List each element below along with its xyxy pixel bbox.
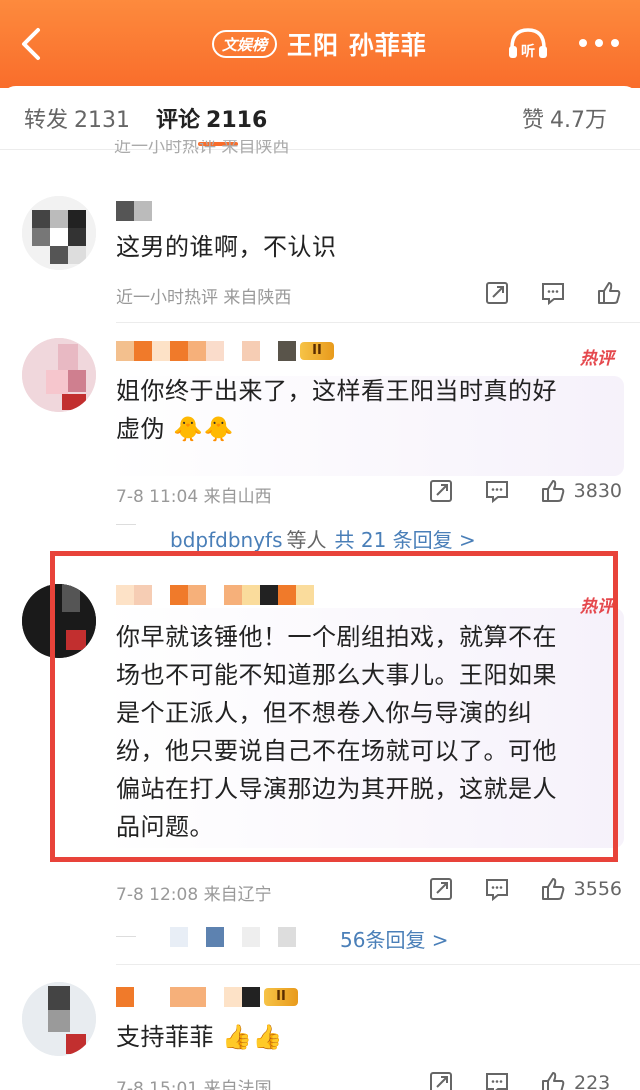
comment-meta: 7-8 15:01 来自法国 bbox=[116, 1079, 272, 1090]
repost-icon[interactable] bbox=[484, 280, 510, 306]
hot-comment-tag: 热评 bbox=[580, 349, 614, 369]
redacted-block bbox=[188, 341, 206, 361]
like-count: 223 bbox=[574, 1072, 611, 1090]
tab-reposts[interactable]: 转发 2131 bbox=[24, 102, 130, 134]
comment-text-line: 姐你终于出来了，这样看王阳当时真的好 bbox=[116, 377, 557, 405]
redacted-block bbox=[260, 927, 278, 947]
tab-comments[interactable]: 评论 2116 bbox=[156, 102, 267, 134]
comment-text: 支持菲菲 👍👍 bbox=[116, 1023, 283, 1051]
avatar[interactable] bbox=[22, 982, 96, 1056]
comment-actions: 3830 bbox=[398, 478, 622, 504]
page-title: 王阳 孙菲菲 bbox=[287, 31, 427, 60]
avatar[interactable] bbox=[22, 196, 96, 270]
ranking-badge[interactable]: 文娱榜 bbox=[212, 30, 278, 58]
back-icon[interactable] bbox=[14, 24, 50, 64]
level-badge: II bbox=[300, 342, 334, 360]
replies-link[interactable]: 56条回复 > bbox=[340, 924, 449, 953]
redacted-block bbox=[134, 987, 152, 1007]
username-redacted[interactable]: II bbox=[116, 986, 298, 1008]
like-count: 3830 bbox=[573, 480, 622, 502]
like-icon[interactable] bbox=[540, 1070, 566, 1090]
redacted-block bbox=[242, 987, 260, 1007]
repost-icon[interactable] bbox=[428, 478, 454, 504]
comment-icon[interactable] bbox=[484, 876, 510, 902]
redacted-block bbox=[188, 987, 206, 1007]
redacted-block bbox=[170, 987, 188, 1007]
comment-actions: 3556 bbox=[398, 876, 622, 902]
tab-comments-count: 2116 bbox=[206, 108, 268, 133]
redacted-block bbox=[188, 927, 206, 947]
reply-count[interactable]: 共 21 条回复 > bbox=[335, 528, 476, 552]
comment-meta: 近一小时热评 来自陕西 bbox=[116, 288, 292, 308]
comment-icon[interactable] bbox=[484, 478, 510, 504]
highlight-frame bbox=[50, 551, 618, 862]
comment-text-line: 虚伪 🐥🐥 bbox=[116, 415, 234, 443]
comment-icon[interactable] bbox=[484, 1070, 510, 1090]
header-title-group: 文娱榜 王阳 孙菲菲 bbox=[212, 26, 427, 62]
tab-reposts-count: 2131 bbox=[74, 108, 131, 133]
like-count: 3556 bbox=[573, 878, 622, 900]
redacted-block bbox=[134, 201, 152, 221]
avatar-image bbox=[22, 982, 96, 1056]
comment-text: 姐你终于出来了，这样看王阳当时真的好 虚伪 🐥🐥 bbox=[116, 372, 557, 448]
redacted-block bbox=[206, 927, 224, 947]
avatar-image bbox=[22, 196, 96, 270]
more-icon[interactable] bbox=[578, 38, 620, 48]
comment-text: 这男的谁啊，不认识 bbox=[116, 233, 337, 261]
redacted-block bbox=[206, 987, 224, 1007]
like-icon[interactable] bbox=[540, 478, 566, 504]
tab-likes-label: 赞 bbox=[522, 108, 545, 133]
redacted-block bbox=[152, 987, 170, 1007]
repost-icon[interactable] bbox=[428, 876, 454, 902]
reply-users-redacted[interactable] bbox=[170, 926, 296, 948]
redacted-block bbox=[206, 341, 224, 361]
comment-meta: 7-8 12:08 来自辽宁 bbox=[116, 885, 272, 905]
redacted-block bbox=[224, 987, 242, 1007]
username-redacted[interactable]: II bbox=[116, 340, 334, 362]
redacted-block bbox=[170, 341, 188, 361]
redacted-block bbox=[152, 341, 170, 361]
comment-meta: 7-8 11:04 来自山西 bbox=[116, 487, 272, 507]
previous-comment-meta-cutoff: 近一小时热评 来自陕西 bbox=[114, 140, 634, 158]
top-header: 文娱榜 王阳 孙菲菲 听 bbox=[0, 0, 640, 88]
redacted-block bbox=[278, 341, 296, 361]
redacted-block bbox=[224, 341, 242, 361]
reply-count[interactable]: 56条回复 > bbox=[340, 928, 449, 952]
avatar[interactable] bbox=[22, 338, 96, 412]
comment-divider bbox=[116, 322, 640, 323]
comment-actions bbox=[454, 280, 622, 306]
redacted-block bbox=[116, 987, 134, 1007]
comment-actions: 223 bbox=[398, 1070, 622, 1090]
avatar-image bbox=[22, 338, 96, 412]
redacted-block bbox=[242, 927, 260, 947]
reply-mid: 等人 bbox=[286, 528, 327, 552]
redacted-block bbox=[116, 341, 134, 361]
replies-link[interactable]: bdpfdbnyfs 等人共 21 条回复 > bbox=[170, 524, 476, 553]
redacted-block bbox=[278, 927, 296, 947]
username-redacted[interactable] bbox=[116, 200, 152, 222]
comment-icon[interactable] bbox=[540, 280, 566, 306]
tab-likes-count: 4.7万 bbox=[550, 108, 608, 133]
tab-comments-label: 评论 bbox=[156, 108, 201, 133]
redacted-block bbox=[224, 927, 242, 947]
listen-icon[interactable]: 听 bbox=[506, 24, 550, 64]
tab-likes[interactable]: 赞 4.7万 bbox=[522, 102, 607, 134]
redacted-block bbox=[116, 201, 134, 221]
level-badge: II bbox=[264, 988, 298, 1006]
comment-divider bbox=[116, 964, 640, 965]
tab-reposts-label: 转发 bbox=[24, 108, 69, 133]
redacted-block bbox=[242, 341, 260, 361]
redacted-block bbox=[134, 341, 152, 361]
reply-dash bbox=[116, 936, 136, 937]
svg-text:听: 听 bbox=[521, 43, 535, 60]
like-icon[interactable] bbox=[596, 280, 622, 306]
reply-users[interactable]: bdpfdbnyfs bbox=[170, 528, 283, 552]
reply-dash bbox=[116, 524, 136, 525]
repost-icon[interactable] bbox=[428, 1070, 454, 1090]
like-icon[interactable] bbox=[540, 876, 566, 902]
redacted-block bbox=[260, 341, 278, 361]
previous-comment-meta: 近一小时热评 来自陕西 bbox=[114, 140, 290, 157]
redacted-block bbox=[170, 927, 188, 947]
